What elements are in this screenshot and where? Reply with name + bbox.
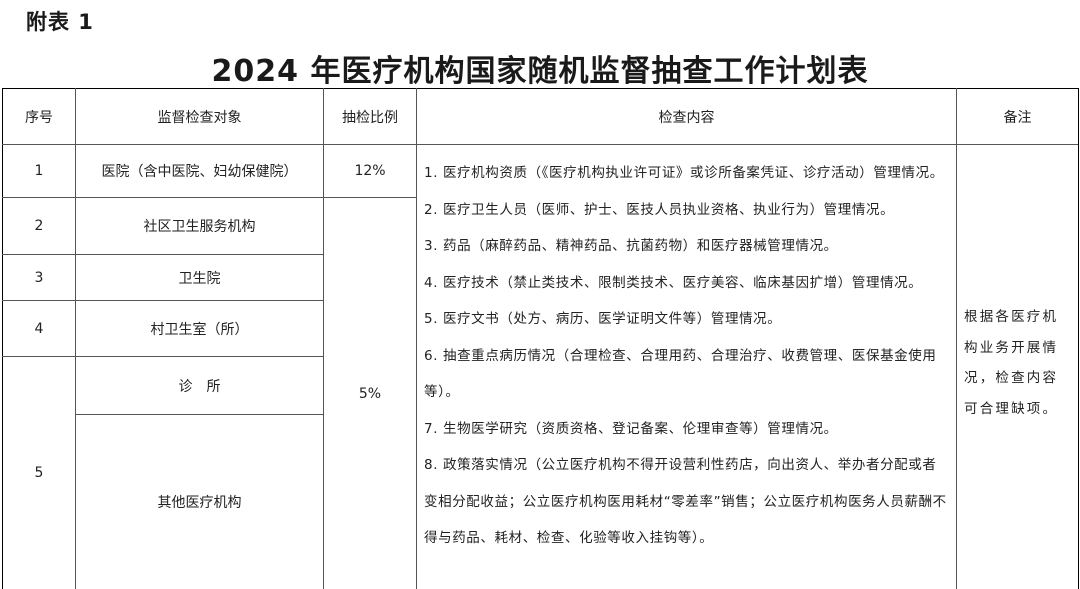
appendix-label: 附表 1 (26, 10, 94, 34)
row-target: 其他医疗机构 (157, 495, 242, 511)
content-item: 5. 医疗文书（处方、病历、医学证明文件等）管理情况。 (424, 311, 782, 327)
header-no: 序号 (25, 109, 53, 126)
row-number: 4 (34, 320, 44, 337)
header-target: 监督检查对象 (157, 109, 242, 126)
row-target: 村卫生室（所） (150, 321, 249, 338)
ratio-cell: 5% (358, 385, 382, 402)
content-item: 8. 政策落实情况（公立医疗机构不得开设营利性药店，向出资人、举办者分配或者变相… (424, 457, 947, 546)
page-title: 2024 年医疗机构国家随机监督抽查工作计划表 (211, 54, 869, 89)
content-item: 3. 药品（麻醉药品、精神药品、抗菌药物）和医疗器械管理情况。 (424, 238, 838, 254)
content-item: 1. 医疗机构资质（《医疗机构执业许可证》或诊所备案凭证、诊疗活动）管理情况。 (424, 165, 944, 181)
row-number: 1 (34, 163, 44, 179)
table-border-right (1078, 88, 1079, 589)
grid-line (956, 88, 957, 589)
ratio-cell: 12% (354, 163, 386, 179)
row-target: 诊 所 (178, 378, 221, 395)
row-number: 5 (34, 465, 44, 481)
content-item: 4. 医疗技术（禁止类技术、限制类技术、医疗美容、临床基因扩增）管理情况。 (424, 274, 923, 291)
row-target: 卫生院 (178, 270, 221, 287)
content-item: 2. 医疗卫生人员（医师、护士、医技人员执业资格、执业行为）管理情况。 (424, 201, 895, 218)
content-item: 6. 抽查重点病历情况（合理检查、合理用药、合理治疗、收费管理、医保基金使用等）… (424, 347, 937, 401)
grid-line (416, 88, 417, 589)
header-remark: 备注 (1003, 109, 1032, 126)
row-target: 社区卫生服务机构 (143, 219, 256, 235)
row-number: 3 (34, 269, 44, 286)
header-content: 检查内容 (658, 109, 715, 126)
remark-note: 根据各医疗机构业务开展情况，检查内容可合理缺项。 (964, 309, 1059, 417)
content-item: 7. 生物医学研究（资质资格、登记备案、伦理审查等）管理情况。 (424, 420, 838, 437)
row-target: 医院（含中医院、妇幼保健院） (101, 164, 298, 180)
header-ratio: 抽检比例 (342, 109, 398, 126)
row-number: 2 (34, 218, 44, 234)
inspection-content: 1. 医疗机构资质（《医疗机构执业许可证》或诊所备案凭证、诊疗活动）管理情况。 … (424, 155, 950, 557)
